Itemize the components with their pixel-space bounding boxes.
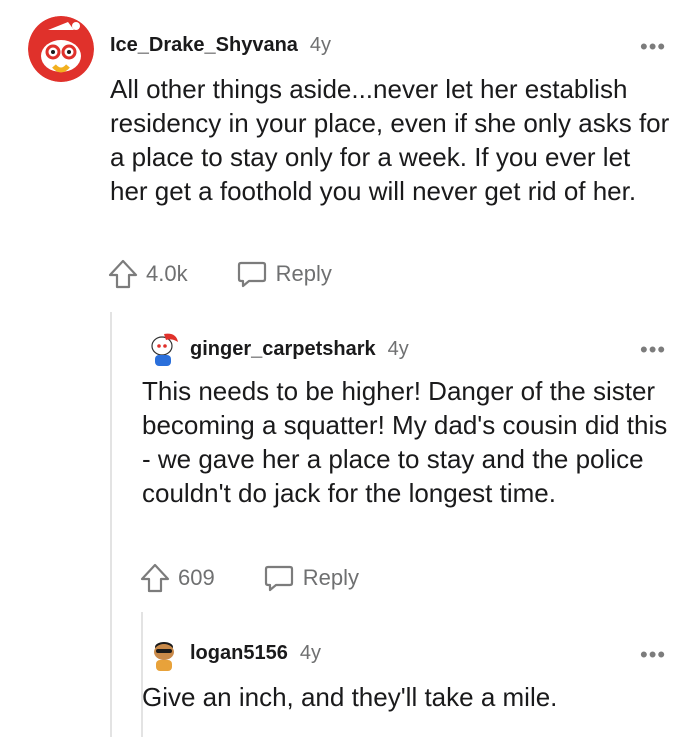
snoo-avatar-icon [151, 333, 178, 366]
upvote-button[interactable]: 4.0k [108, 258, 188, 290]
reply-button[interactable]: Reply [263, 563, 359, 593]
timestamp: 4y [387, 338, 409, 360]
upvote-count: 609 [178, 565, 215, 590]
upvote-icon [140, 563, 170, 593]
reply-icon [237, 261, 266, 288]
username[interactable]: Ice_Drake_Shyvana [110, 34, 298, 57]
reply-label: Reply [302, 565, 359, 590]
reply-label: Reply [275, 261, 332, 286]
comment-body: This needs to be higher! Danger of the s… [142, 376, 668, 508]
upvote-button[interactable]: 609 [140, 562, 215, 594]
more-options-icon[interactable]: ••• [640, 36, 666, 58]
timestamp: 4y [299, 642, 321, 664]
snoo-avatar-icon [28, 16, 94, 82]
upvote-icon [108, 259, 138, 289]
more-options-icon[interactable]: ••• [640, 644, 666, 666]
avatar[interactable] [28, 16, 94, 82]
snoo-avatar-icon [154, 642, 174, 671]
reply-icon [264, 565, 293, 592]
comment-body: Give an inch, and they'll take a mile. [142, 682, 558, 712]
timestamp: 4y [309, 34, 332, 56]
username[interactable]: ginger_carpetshark [190, 338, 376, 361]
avatar[interactable] [144, 328, 184, 368]
more-options-icon[interactable]: ••• [640, 339, 666, 361]
thread-line-nested[interactable] [141, 612, 143, 737]
username[interactable]: logan5156 [190, 642, 288, 665]
thread-line[interactable] [110, 312, 112, 737]
comment-body: All other things aside...never let her e… [110, 74, 670, 206]
upvote-count: 4.0k [146, 261, 188, 286]
avatar[interactable] [144, 633, 184, 673]
reply-button[interactable]: Reply [236, 259, 332, 289]
